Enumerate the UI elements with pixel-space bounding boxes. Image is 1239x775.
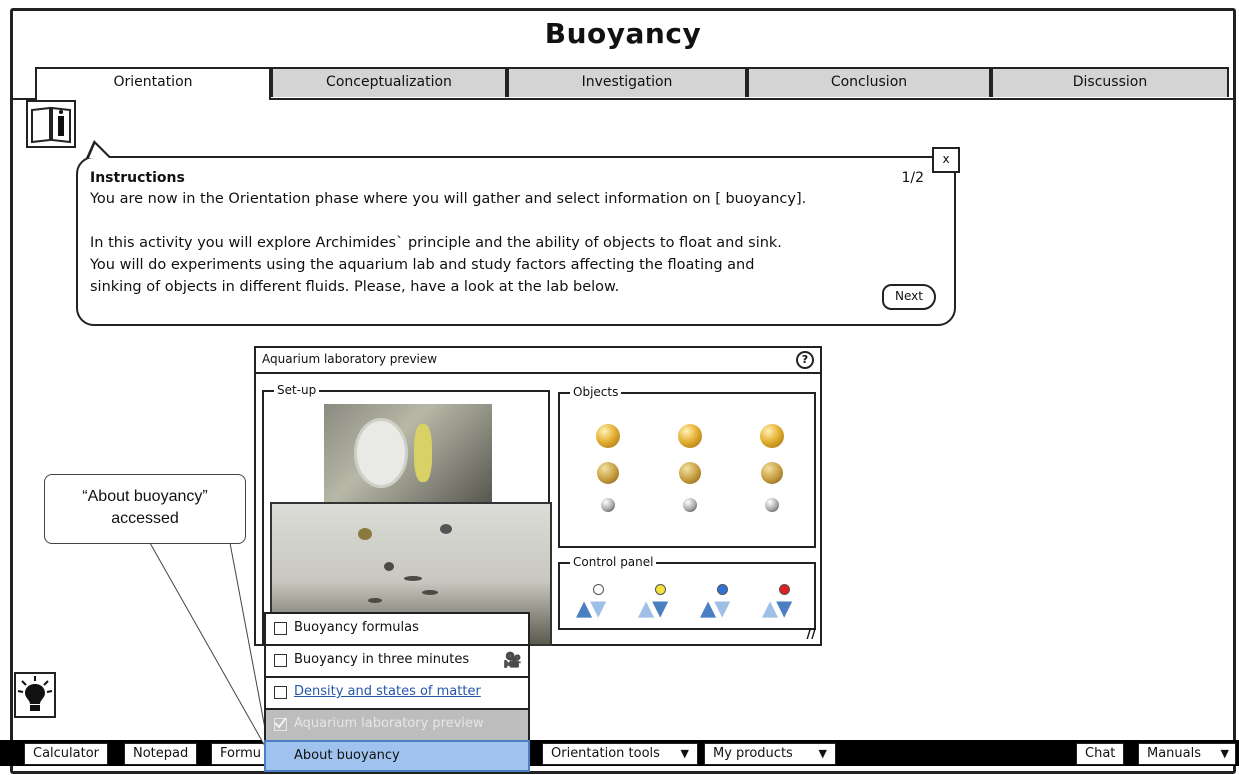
formulas-button[interactable]: Formu [211,743,271,765]
tab-conceptualization[interactable]: Conceptualization [271,67,507,97]
objects-label: Objects [570,385,622,399]
white-fluid-arrows[interactable]: ▲▼ [576,598,606,619]
steel-ball-3[interactable] [765,498,779,512]
orientation-tools-label: Orientation tools [551,746,660,761]
blue-fluid-dot [717,584,728,595]
menu-item-label: About buoyancy [294,748,400,763]
control-panel-label: Control panel [570,555,657,569]
manuals-label: Manuals [1147,746,1202,761]
chevron-down-icon: ▼ [680,747,689,760]
lab-setup-photo [324,404,492,502]
chevron-down-icon: ▼ [1220,747,1229,760]
objects-group: Objects [558,385,816,548]
lab-title: Aquarium laboratory preview [262,352,438,366]
wood-ball-3[interactable] [761,462,783,484]
film-camera-icon: 🎥 [503,651,522,669]
formulas-dropdown-menu: Buoyancy formulas Buoyancy in three minu… [264,612,530,772]
instructions-heading: Instructions [90,170,185,186]
white-fluid-dot [593,584,604,595]
checkbox-checked [274,717,287,731]
close-instructions-button[interactable]: x [932,147,960,173]
notepad-button[interactable]: Notepad [124,743,198,765]
wood-ball-2[interactable] [679,462,701,484]
menu-item-aquarium-laboratory-preview: Aquarium laboratory preview [264,708,530,740]
orientation-tools-menu[interactable]: Orientation tools ▼ [542,743,698,765]
checkbox[interactable] [274,686,287,699]
calculator-button[interactable]: Calculator [24,743,109,765]
menu-item-label: Buoyancy in three minutes [294,652,470,667]
tab-investigation[interactable]: Investigation [507,67,747,97]
my-products-label: My products [713,746,793,761]
checkbox[interactable] [274,654,287,667]
manuals-menu[interactable]: Manuals ▼ [1138,743,1236,765]
control-panel-group: Control panel ▲▼ ▲▼ ▲▼ ▲▼ [558,555,816,630]
gold-ball-2[interactable] [678,424,702,448]
instructions-text: You are now in the Orientation phase whe… [90,191,807,295]
checkbox[interactable] [274,622,287,635]
instructions-page-indicator: 1/2 [901,170,924,186]
next-button[interactable]: Next [882,284,936,310]
red-fluid-arrows[interactable]: ▲▼ [762,598,792,619]
menu-item-label: Buoyancy formulas [294,620,419,635]
info-book-icon[interactable] [26,100,76,148]
menu-item-buoyancy-formulas[interactable]: Buoyancy formulas [264,612,530,644]
steel-ball-2[interactable] [683,498,697,512]
menu-item-buoyancy-in-three-minutes[interactable]: Buoyancy in three minutes 🎥 [264,644,530,676]
menu-item-about-buoyancy[interactable]: About buoyancy [264,740,530,772]
yellow-fluid-dot [655,584,666,595]
setup-group: Set-up [262,383,552,646]
blue-fluid-arrows[interactable]: ▲▼ [700,598,730,619]
menu-item-label: Density and states of matter [294,684,481,699]
tab-orientation[interactable]: Orientation [35,67,271,100]
instructions-panel: Instructions 1/2 You are now in the Orie… [76,156,956,326]
my-products-menu[interactable]: My products ▼ [704,743,836,765]
chevron-down-icon: ▼ [818,747,827,760]
callout-text: “About buoyancy” accessed [82,488,208,527]
menu-item-label: Aquarium laboratory preview [294,716,484,731]
wood-ball-1[interactable] [597,462,619,484]
tab-conclusion[interactable]: Conclusion [747,67,991,97]
menu-item-density-and-states-of-matter[interactable]: Density and states of matter [264,676,530,708]
help-icon[interactable]: ? [796,351,814,369]
gold-ball-3[interactable] [760,424,784,448]
chat-button[interactable]: Chat [1076,743,1125,765]
steel-ball-1[interactable] [601,498,615,512]
red-fluid-dot [779,584,790,595]
callout-note: “About buoyancy” accessed [44,474,246,544]
yellow-fluid-arrows[interactable]: ▲▼ [638,598,668,619]
aquarium-lab-window: Aquarium laboratory preview ? Set-up Obj… [254,346,822,646]
setup-label: Set-up [274,383,320,397]
lightbulb-icon[interactable] [14,672,56,718]
resize-handle-icon[interactable]: // [807,627,817,642]
page-title: Buoyancy [544,17,702,50]
tab-discussion[interactable]: Discussion [991,67,1229,97]
gold-ball-1[interactable] [596,424,620,448]
